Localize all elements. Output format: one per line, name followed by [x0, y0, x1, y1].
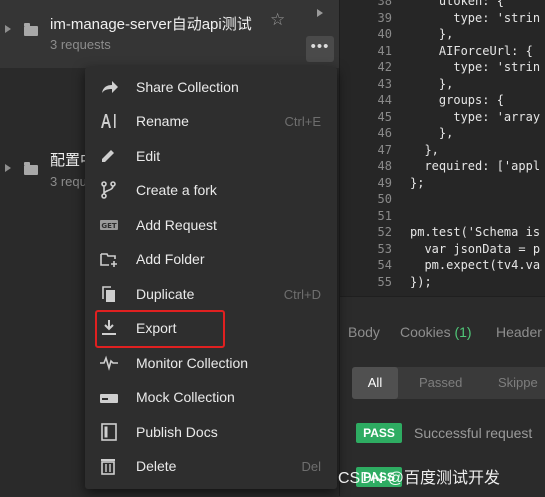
menu-item-shortcut: Ctrl+D — [283, 287, 321, 302]
more-options-button[interactable]: ••• — [306, 36, 334, 62]
menu-item-label: Delete — [136, 458, 177, 474]
svg-text:GET: GET — [101, 222, 117, 230]
pencil-icon — [102, 150, 114, 162]
test-filter-bar: All Passed Skippe — [352, 367, 545, 399]
menu-item-share-collection[interactable]: Share Collection — [85, 70, 337, 104]
collection-request-count: 3 requ — [50, 174, 87, 189]
tab-headers[interactable]: Header — [496, 324, 542, 340]
menu-item-create-fork[interactable]: Create a fork — [85, 173, 337, 207]
cookies-count: (1) — [454, 324, 472, 340]
get-request-icon: GET — [100, 220, 118, 230]
menu-item-publish-docs[interactable]: Publish Docs — [85, 415, 337, 449]
menu-item-label: Mock Collection — [136, 389, 235, 405]
filter-passed[interactable]: Passed — [419, 375, 462, 390]
server-icon — [100, 394, 118, 403]
chevron-right-icon[interactable] — [317, 9, 323, 17]
menu-item-shortcut: Del — [301, 459, 321, 474]
pulse-icon — [100, 355, 118, 371]
duplicate-icon — [102, 286, 115, 302]
menu-item-add-folder[interactable]: Add Folder — [85, 242, 337, 276]
collection-name: im-manage-server自动api测试 — [50, 16, 252, 33]
watermark: CSDN @百度测试开发 — [338, 470, 501, 487]
collection-context-menu: Share Collection Rename Ctrl+E Edit Crea… — [85, 67, 337, 489]
tab-cookies-label: Cookies — [400, 324, 451, 340]
trash-icon — [101, 459, 115, 475]
menu-item-label: Monitor Collection — [136, 355, 249, 371]
menu-item-mock-collection[interactable]: Mock Collection — [85, 380, 337, 414]
menu-item-duplicate[interactable]: Duplicate Ctrl+D — [85, 277, 337, 311]
menu-item-label: Share Collection — [136, 79, 239, 95]
rename-icon — [101, 114, 116, 128]
filter-all[interactable]: All — [352, 367, 398, 399]
caret-right-icon[interactable] — [5, 25, 11, 33]
menu-item-label: Add Folder — [136, 251, 205, 267]
docs-icon — [101, 423, 117, 441]
export-highlight-box — [95, 310, 225, 348]
menu-item-monitor-collection[interactable]: Monitor Collection — [85, 346, 337, 380]
tab-cookies[interactable]: Cookies (1) — [400, 324, 472, 340]
folder-icon — [24, 162, 38, 175]
tab-body[interactable]: Body — [348, 324, 380, 340]
fork-icon — [101, 181, 116, 199]
filter-skipped[interactable]: Skippe — [498, 375, 538, 390]
star-icon[interactable]: ☆ — [270, 10, 285, 30]
caret-right-icon[interactable] — [5, 164, 11, 172]
menu-item-label: Edit — [136, 148, 161, 164]
share-icon — [102, 81, 118, 93]
test-result-name: Successful request — [414, 425, 533, 441]
menu-item-label: Add Request — [136, 217, 217, 233]
test-script-editor[interactable]: 38 utoken: { 39 type: 'strin 40 }, 41 AI… — [340, 0, 545, 296]
collection-request-count: 3 requests — [50, 37, 111, 52]
menu-item-delete[interactable]: Delete Del — [85, 449, 337, 483]
menu-item-label: Duplicate — [136, 286, 195, 302]
menu-item-edit[interactable]: Edit — [85, 139, 337, 173]
menu-item-label: Create a fork — [136, 182, 217, 198]
folder-icon — [24, 23, 38, 36]
status-badge: PASS — [356, 423, 402, 443]
menu-item-label: Publish Docs — [136, 424, 218, 440]
menu-item-label: Rename — [136, 113, 189, 129]
collection-item-im-manage-server[interactable]: im-manage-server自动api测试 3 requests ☆ ••• — [0, 0, 340, 68]
menu-item-add-request[interactable]: GET Add Request — [85, 208, 337, 242]
menu-item-rename[interactable]: Rename Ctrl+E — [85, 104, 337, 138]
add-folder-icon — [100, 253, 117, 267]
menu-item-shortcut: Ctrl+E — [284, 114, 321, 129]
